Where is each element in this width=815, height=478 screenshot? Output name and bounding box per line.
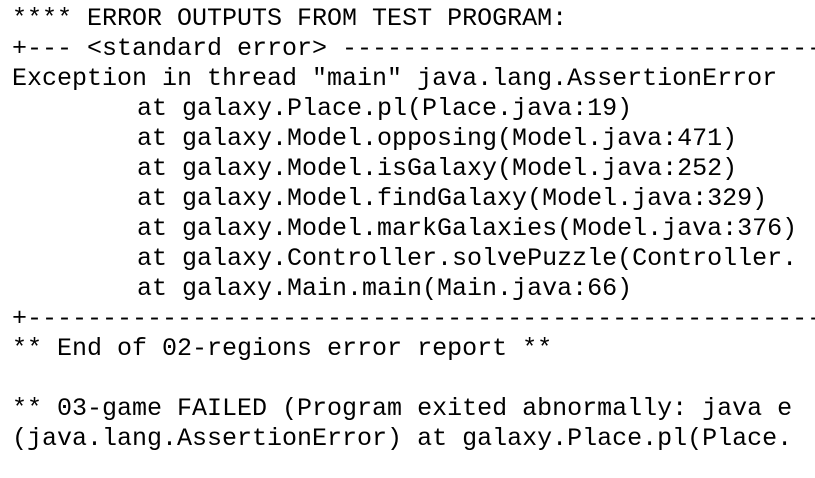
stack-frame: at galaxy.Main.main(Main.java:66) [137, 274, 633, 303]
stack-frame: at galaxy.Model.isGalaxy(Model.java:252) [137, 154, 738, 183]
failed-detail-line: (java.lang.AssertionError) at galaxy.Pla… [12, 424, 793, 453]
error-header: **** ERROR OUTPUTS FROM TEST PROGRAM: [12, 4, 568, 33]
stack-frame: at galaxy.Model.markGalaxies(Model.java:… [137, 214, 798, 243]
stack-frame: at galaxy.Model.opposing(Model.java:471) [137, 124, 738, 153]
failed-line: ** 03-game FAILED (Program exited abnorm… [12, 394, 793, 423]
stack-frame: at galaxy.Place.pl(Place.java:19) [137, 94, 633, 123]
stderr-open-divider: +--- <standard error> ------------------… [12, 34, 815, 63]
terminal-output: **** ERROR OUTPUTS FROM TEST PROGRAM: +-… [12, 4, 815, 478]
end-report-line: ** End of 02-regions error report ** [12, 334, 553, 363]
stack-frame: at galaxy.Model.findGalaxy(Model.java:32… [137, 184, 768, 213]
stderr-close-divider: +---------------------------------------… [12, 304, 815, 333]
stack-frame: at galaxy.Controller.solvePuzzle(Control… [137, 244, 798, 273]
exception-line: Exception in thread "main" java.lang.Ass… [12, 64, 778, 93]
